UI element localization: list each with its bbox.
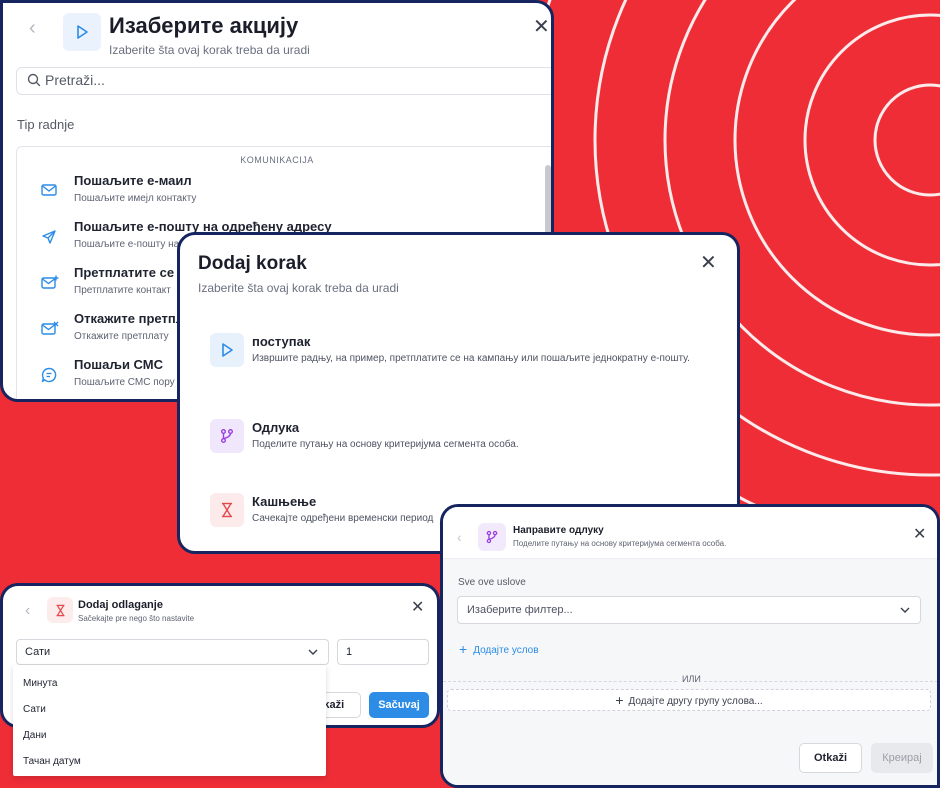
back-chevron-icon[interactable]: ‹ — [29, 17, 36, 40]
branch-icon — [210, 419, 244, 453]
item-label: Пошаљите е-маил — [74, 173, 192, 188]
option-label: Одлука — [252, 420, 300, 435]
option-desc: Поделите путању на основу критеријума се… — [252, 439, 519, 450]
select-value: Сати — [25, 646, 51, 658]
item-desc: Пошаљите е-пошту на — [74, 239, 180, 250]
input-value: 1 — [346, 646, 353, 658]
add-condition-button[interactable]: + Додајте услов — [459, 641, 539, 657]
dialog-subtitle: Izaberite šta ovaj korak treba da uradi — [198, 281, 399, 295]
category-label: KOMUNIKACIJA — [240, 155, 314, 165]
chevron-down-icon — [308, 649, 318, 655]
delay-unit-dropdown: Минута Сати Дани Тачан датум — [13, 665, 326, 776]
dialog-subtitle: Izaberite šta ovaj korak treba da uradi — [109, 43, 310, 57]
filter-placeholder: Изаберите филтер... — [467, 604, 573, 616]
add-group-label: Додајте другу групу услова... — [628, 696, 763, 707]
step-option-decision[interactable]: Одлука Поделите путању на основу критери… — [210, 419, 710, 469]
dropdown-option[interactable]: Минута — [23, 678, 57, 689]
sms-icon — [41, 367, 57, 383]
item-label: Откажите претпла — [74, 311, 192, 326]
branch-icon — [478, 523, 506, 551]
hourglass-icon — [210, 493, 244, 527]
conditions-label: Sve ove uslove — [458, 577, 526, 588]
close-icon[interactable]: ✕ — [700, 253, 717, 273]
option-desc: Извршите радњу, на пример, претплатите с… — [252, 353, 690, 364]
create-button[interactable]: Креирај — [871, 743, 933, 773]
item-desc: Откажите претплату — [74, 331, 169, 342]
dropdown-option[interactable]: Сати — [23, 704, 46, 715]
plus-icon: + — [615, 692, 624, 708]
add-condition-group-button[interactable]: + Додајте другу групу услова... — [447, 689, 931, 711]
mail-x-icon — [41, 321, 59, 335]
dropdown-option[interactable]: Тачан датум — [23, 756, 81, 767]
dialog-title: Dodaj odlaganje — [78, 599, 163, 611]
close-icon[interactable]: ✕ — [913, 527, 926, 543]
search-box[interactable] — [16, 67, 551, 95]
dialog-title: Направите одлуку — [513, 525, 604, 536]
search-input[interactable] — [45, 72, 445, 88]
plus-icon: + — [459, 641, 468, 657]
dialog-subtitle: Поделите путању на основу критеријума се… — [513, 539, 727, 548]
make-decision-dialog: ‹ Направите одлуку Поделите путању на ос… — [440, 504, 940, 788]
close-icon[interactable]: ✕ — [411, 600, 424, 616]
delay-unit-select[interactable]: Сати — [16, 639, 329, 665]
cancel-button[interactable]: Otkaži — [799, 743, 862, 773]
dialog-subtitle: Sačekajte pre nego što nastavite — [78, 614, 195, 623]
dialog-title: Изаберите акцију — [109, 13, 299, 38]
mail-plus-icon — [41, 275, 59, 289]
item-desc: Пошаљите имејл контакту — [74, 193, 197, 204]
delay-amount-input[interactable]: 1 — [337, 639, 429, 665]
back-chevron-icon[interactable]: ‹ — [457, 529, 462, 545]
step-option-action[interactable]: поступак Извршите радњу, на пример, прет… — [210, 333, 710, 383]
item-desc: Пошаљите СМС пору — [74, 377, 175, 388]
option-label: поступак — [252, 334, 311, 349]
send-icon — [42, 230, 56, 244]
play-icon — [210, 333, 244, 367]
item-desc: Претплатите контакт — [74, 285, 171, 296]
back-chevron-icon[interactable]: ‹ — [25, 602, 30, 620]
search-icon — [27, 73, 41, 87]
play-icon — [63, 13, 101, 51]
chevron-down-icon — [900, 607, 910, 613]
save-button[interactable]: Sačuvaj — [369, 692, 429, 718]
item-label: Пошаљи СМС — [74, 357, 163, 372]
add-condition-label: Додајте услов — [473, 645, 539, 656]
dropdown-option[interactable]: Дани — [23, 730, 46, 741]
item-label: Претплатите се на — [74, 265, 193, 280]
or-label: ИЛИ — [679, 674, 704, 684]
list-item[interactable]: Пошаљите е-маил Пошаљите имејл контакту — [17, 173, 537, 217]
option-label: Кашњење — [252, 494, 317, 509]
hourglass-icon — [47, 597, 73, 623]
dialog-title: Dodaj korak — [198, 253, 307, 274]
mail-icon — [41, 184, 57, 196]
section-label: Tip radnje — [17, 117, 75, 132]
filter-select[interactable]: Изаберите филтер... — [457, 596, 921, 624]
close-icon[interactable]: ✕ — [533, 17, 550, 37]
